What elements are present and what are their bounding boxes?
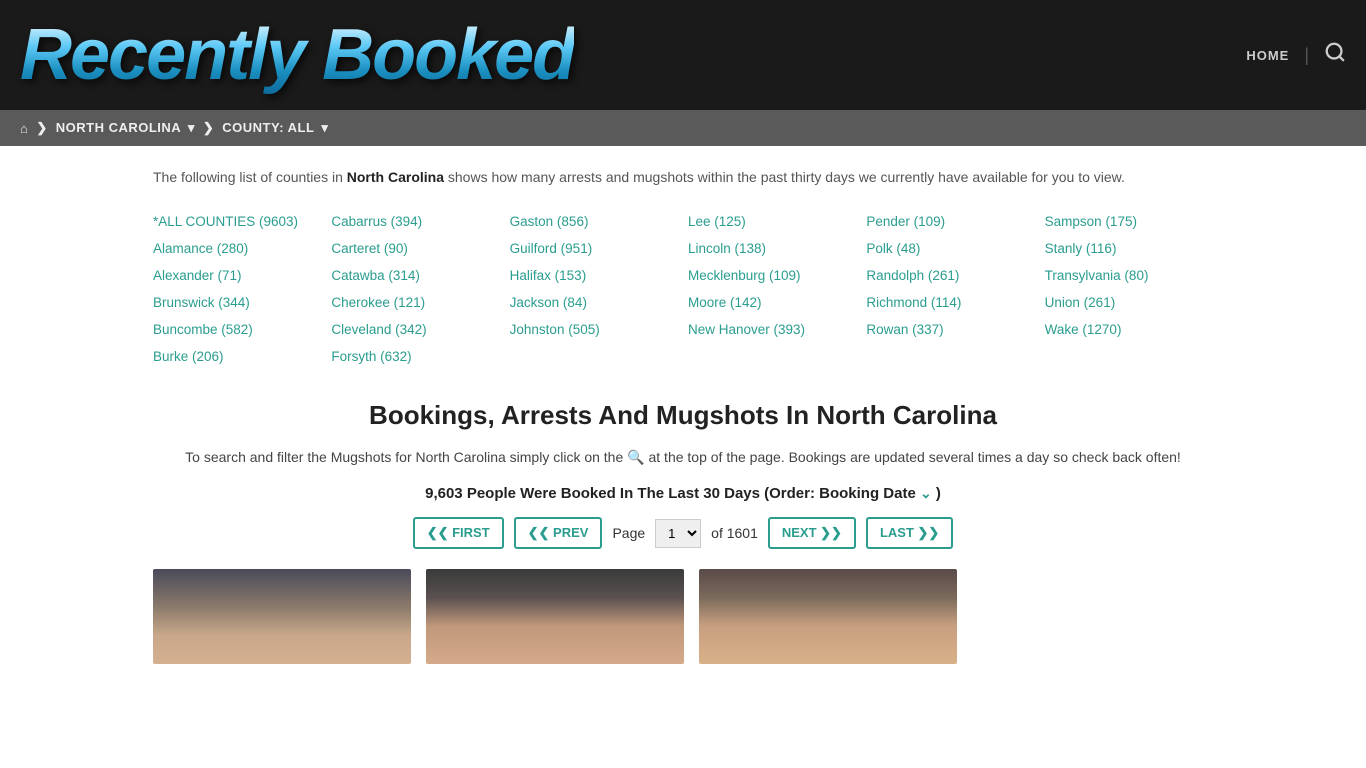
county-grid: *ALL COUNTIES (9603)Alamance (280)Alexan…: [153, 208, 1213, 370]
county-chevron-icon: ▾: [321, 120, 328, 135]
mugshot-image-2: [426, 569, 684, 664]
county-link[interactable]: Johnston (505): [510, 316, 678, 343]
mugshot-image-1: [153, 569, 411, 664]
county-link[interactable]: Alamance (280): [153, 235, 321, 262]
county-link[interactable]: Pender (109): [866, 208, 1034, 235]
home-nav-link[interactable]: HOME: [1246, 48, 1289, 63]
nav-divider: |: [1304, 45, 1309, 66]
breadcrumb-state-dropdown[interactable]: NORTH CAROLINA ▾: [56, 120, 195, 136]
county-link[interactable]: Richmond (114): [866, 289, 1034, 316]
county-link[interactable]: Union (261): [1045, 289, 1213, 316]
breadcrumb-sep-2: ❯: [203, 120, 214, 136]
county-link[interactable]: Mecklenburg (109): [688, 262, 856, 289]
intro-paragraph: The following list of counties in North …: [153, 166, 1213, 188]
bookings-count: 9,603 People Were Booked In The Last 30 …: [153, 485, 1213, 502]
prev-button[interactable]: ❮❮ PREV: [514, 517, 603, 549]
county-link[interactable]: Wake (1270): [1045, 316, 1213, 343]
last-button[interactable]: LAST ❯❯: [866, 517, 953, 549]
county-link[interactable]: Forsyth (632): [331, 343, 499, 370]
mugshot-card[interactable]: [699, 569, 957, 664]
header: Recently Booked HOME |: [0, 0, 1366, 110]
county-link[interactable]: Cleveland (342): [331, 316, 499, 343]
search-description: To search and filter the Mugshots for No…: [153, 446, 1213, 470]
section-heading: Bookings, Arrests And Mugshots In North …: [153, 400, 1213, 431]
of-total: of 1601: [711, 525, 758, 541]
county-link[interactable]: Lee (125): [688, 208, 856, 235]
inline-search-icon: 🔍: [627, 449, 648, 465]
sort-icon[interactable]: ⌄: [920, 485, 932, 501]
mugshot-grid: [153, 569, 1213, 664]
county-link[interactable]: Stanly (116): [1045, 235, 1213, 262]
page-label: Page: [612, 525, 645, 541]
breadcrumb-county-dropdown[interactable]: COUNTY: ALL ▾: [222, 120, 328, 136]
county-link[interactable]: Transylvania (80): [1045, 262, 1213, 289]
county-link[interactable]: Buncombe (582): [153, 316, 321, 343]
county-link[interactable]: Randolph (261): [866, 262, 1034, 289]
mugshot-card[interactable]: [153, 569, 411, 664]
county-link[interactable]: Rowan (337): [866, 316, 1034, 343]
state-chevron-icon: ▾: [188, 120, 195, 135]
pagination: ❮❮ FIRST ❮❮ PREV Page 1 of 1601 NEXT ❯❯ …: [153, 517, 1213, 549]
county-link[interactable]: Polk (48): [866, 235, 1034, 262]
county-link[interactable]: Sampson (175): [1045, 208, 1213, 235]
breadcrumb-home-link[interactable]: ⌂: [20, 121, 28, 136]
header-nav: HOME |: [1246, 41, 1346, 69]
county-link[interactable]: Jackson (84): [510, 289, 678, 316]
next-button[interactable]: NEXT ❯❯: [768, 517, 856, 549]
logo: Recently Booked: [20, 14, 574, 96]
county-link[interactable]: Brunswick (344): [153, 289, 321, 316]
breadcrumb-sep-1: ❯: [36, 120, 47, 136]
county-link[interactable]: Moore (142): [688, 289, 856, 316]
county-link[interactable]: Cabarrus (394): [331, 208, 499, 235]
county-link[interactable]: Cherokee (121): [331, 289, 499, 316]
home-icon: ⌂: [20, 121, 28, 136]
main-content: The following list of counties in North …: [133, 146, 1233, 684]
page-select[interactable]: 1: [655, 519, 701, 548]
county-link[interactable]: Carteret (90): [331, 235, 499, 262]
county-link[interactable]: Catawba (314): [331, 262, 499, 289]
search-icon-button[interactable]: [1324, 41, 1346, 69]
county-link[interactable]: Burke (206): [153, 343, 321, 370]
county-link[interactable]: Gaston (856): [510, 208, 678, 235]
mugshot-card[interactable]: [426, 569, 684, 664]
county-link[interactable]: Alexander (71): [153, 262, 321, 289]
county-link[interactable]: *ALL COUNTIES (9603): [153, 208, 321, 235]
first-button[interactable]: ❮❮ FIRST: [413, 517, 504, 549]
county-link[interactable]: Halifax (153): [510, 262, 678, 289]
county-link[interactable]: Guilford (951): [510, 235, 678, 262]
county-link[interactable]: New Hanover (393): [688, 316, 856, 343]
breadcrumb: ⌂ ❯ NORTH CAROLINA ▾ ❯ COUNTY: ALL ▾: [0, 110, 1366, 146]
mugshot-image-3: [699, 569, 957, 664]
county-link[interactable]: Lincoln (138): [688, 235, 856, 262]
